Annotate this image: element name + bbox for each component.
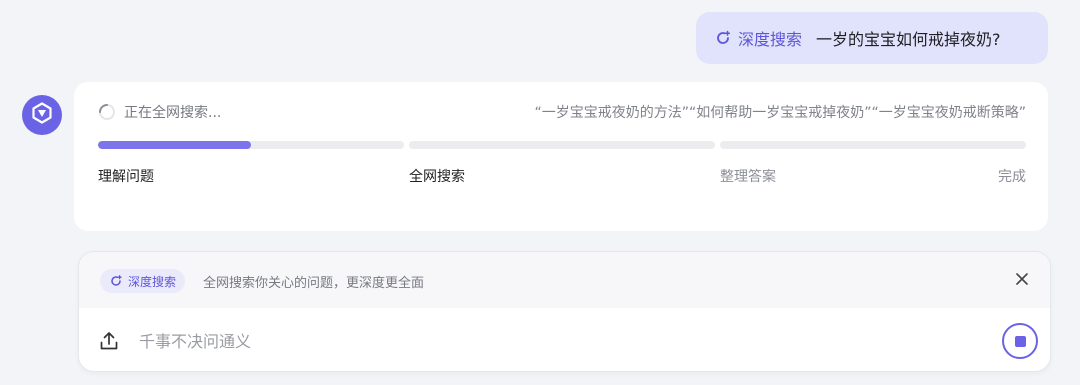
progress-bar-organize <box>720 141 1026 149</box>
loading-spinner-icon <box>98 103 116 121</box>
user-query-bubble: 深度搜索 一岁的宝宝如何戒掉夜奶? <box>696 12 1048 64</box>
close-mode-button[interactable] <box>1012 270 1032 290</box>
search-status-text: 正在全网搜索... <box>124 105 222 121</box>
stop-icon <box>1014 335 1026 347</box>
progress-bar-search <box>409 141 715 149</box>
query-mode-label: 深度搜索 <box>738 30 803 49</box>
assistant-avatar <box>22 95 62 135</box>
search-keywords: “一岁宝宝戒夜奶的方法” “如何帮助一岁宝宝戒掉夜奶” “一岁宝宝夜奶戒断策略” <box>534 102 1026 122</box>
composer-mode-bar: 深度搜索 全网搜索你关心的问题，更深度更全面 <box>79 252 1050 308</box>
search-keyword: “一岁宝宝夜奶戒断策略” <box>871 105 1026 121</box>
upload-button[interactable] <box>98 330 120 352</box>
search-keyword: “如何帮助一岁宝宝戒掉夜奶” <box>688 105 872 121</box>
deep-search-icon <box>714 29 732 47</box>
deep-search-icon <box>109 274 123 288</box>
deep-search-chip-label: 深度搜索 <box>128 274 177 289</box>
upload-icon <box>98 332 120 356</box>
chat-composer: 深度搜索 全网搜索你关心的问题，更深度更全面 <box>78 251 1051 372</box>
query-text: 一岁的宝宝如何戒掉夜奶? <box>816 30 1001 49</box>
progress-bar-understand <box>98 141 404 149</box>
chat-input[interactable] <box>139 328 979 354</box>
close-icon <box>1015 271 1029 290</box>
deep-search-chip[interactable]: 深度搜索 <box>100 269 186 293</box>
stop-generation-button[interactable] <box>1002 323 1038 359</box>
search-progress-card: 正在全网搜索... “一岁宝宝戒夜奶的方法” “如何帮助一岁宝宝戒掉夜奶” “一… <box>74 82 1048 231</box>
search-keyword: “一岁宝宝戒夜奶的方法” <box>534 105 689 121</box>
step-label-complete: 完成 <box>998 169 1026 185</box>
progress-fill <box>98 141 251 149</box>
search-status: 正在全网搜索... <box>98 102 221 122</box>
assistant-logo-icon <box>30 101 54 129</box>
step-label-organize: 整理答案 <box>720 169 776 185</box>
mode-description: 全网搜索你关心的问题，更深度更全面 <box>203 276 425 291</box>
step-label-search: 全网搜索 <box>409 169 465 185</box>
step-label-understand: 理解问题 <box>98 169 154 185</box>
